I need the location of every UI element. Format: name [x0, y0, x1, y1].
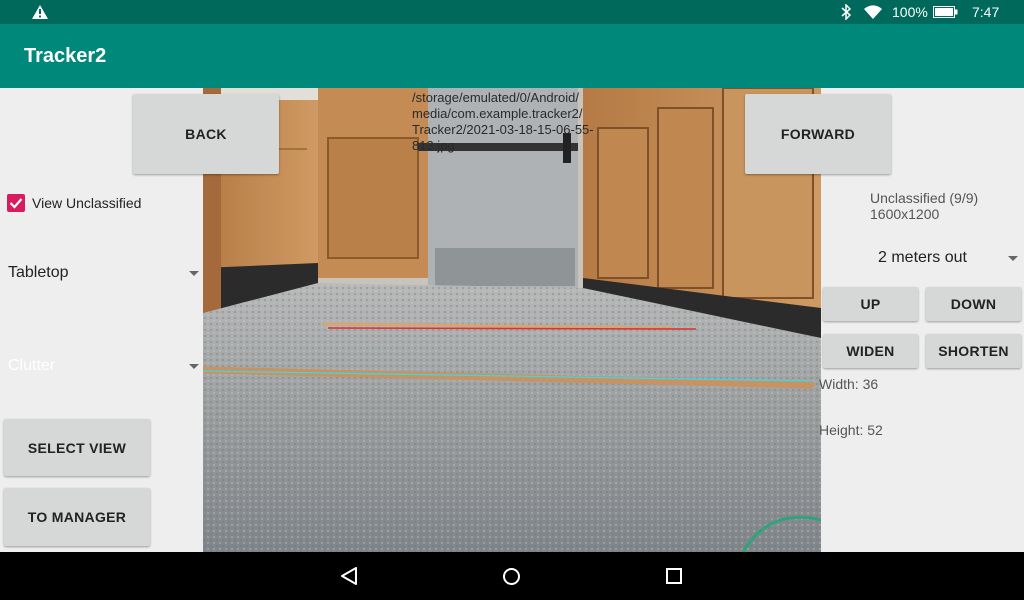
navigation-bar	[0, 552, 1024, 600]
bluetooth-icon	[841, 4, 852, 20]
clock: 7:47	[972, 4, 1000, 20]
file-path-line-3: Tracker2/2021-03-18-15-06-55-	[412, 122, 594, 137]
camera-image-view[interactable]: /storage/emulated/0/Android/ media/com.e…	[203, 88, 821, 552]
shorten-button[interactable]: SHORTEN	[926, 334, 1021, 368]
app-title: Tracker2	[24, 45, 107, 67]
status-bar: 100% 7:47	[0, 0, 1024, 24]
up-button[interactable]: UP	[823, 287, 918, 321]
image-resolution: 1600x1200	[870, 206, 940, 222]
category-spinner-value: Tabletop	[8, 264, 69, 281]
warning-icon	[32, 5, 48, 19]
widen-button[interactable]: WIDEN	[823, 334, 918, 368]
back-button[interactable]: BACK	[133, 94, 279, 174]
file-path-line-4: 813.jpg	[412, 138, 455, 153]
distance-spinner[interactable]: 2 meters out	[821, 243, 1024, 273]
battery-icon	[933, 6, 958, 18]
view-unclassified-label[interactable]: View Unclassified	[32, 195, 141, 211]
category-spinner[interactable]: Tabletop	[0, 258, 203, 288]
classification-status: Unclassified (9/9)	[870, 190, 979, 206]
subcategory-spinner[interactable]: Clutter	[0, 351, 203, 381]
width-readout: Width: 36	[819, 376, 879, 392]
back-nav-icon[interactable]	[340, 567, 358, 585]
distance-spinner-value: 2 meters out	[878, 249, 967, 266]
select-view-button[interactable]: SELECT VIEW	[4, 419, 150, 476]
wifi-icon	[864, 5, 882, 19]
dropdown-arrow-icon	[1008, 256, 1018, 261]
check-icon	[9, 198, 23, 209]
file-path-line-1: /storage/emulated/0/Android/	[412, 90, 579, 105]
view-unclassified-checkbox[interactable]	[7, 194, 25, 212]
to-manager-button[interactable]: TO MANAGER	[4, 488, 150, 546]
dropdown-arrow-icon	[189, 364, 199, 369]
height-readout: Height: 52	[819, 422, 883, 438]
file-path-line-2: media/com.example.tracker2/	[412, 106, 583, 121]
dropdown-arrow-icon	[189, 271, 199, 276]
down-button[interactable]: DOWN	[926, 287, 1021, 321]
recents-nav-icon[interactable]	[666, 568, 682, 584]
home-nav-icon[interactable]	[502, 567, 521, 586]
marker-line-red	[327, 327, 697, 330]
image-file-path: /storage/emulated/0/Android/ media/com.e…	[412, 90, 594, 154]
main-content: /storage/emulated/0/Android/ media/com.e…	[0, 88, 1024, 552]
camera-photo	[203, 88, 821, 552]
app-bar: Tracker2	[0, 24, 1024, 88]
subcategory-spinner-value: Clutter	[8, 357, 56, 374]
battery-percent: 100%	[892, 4, 928, 20]
forward-button[interactable]: FORWARD	[745, 94, 891, 174]
